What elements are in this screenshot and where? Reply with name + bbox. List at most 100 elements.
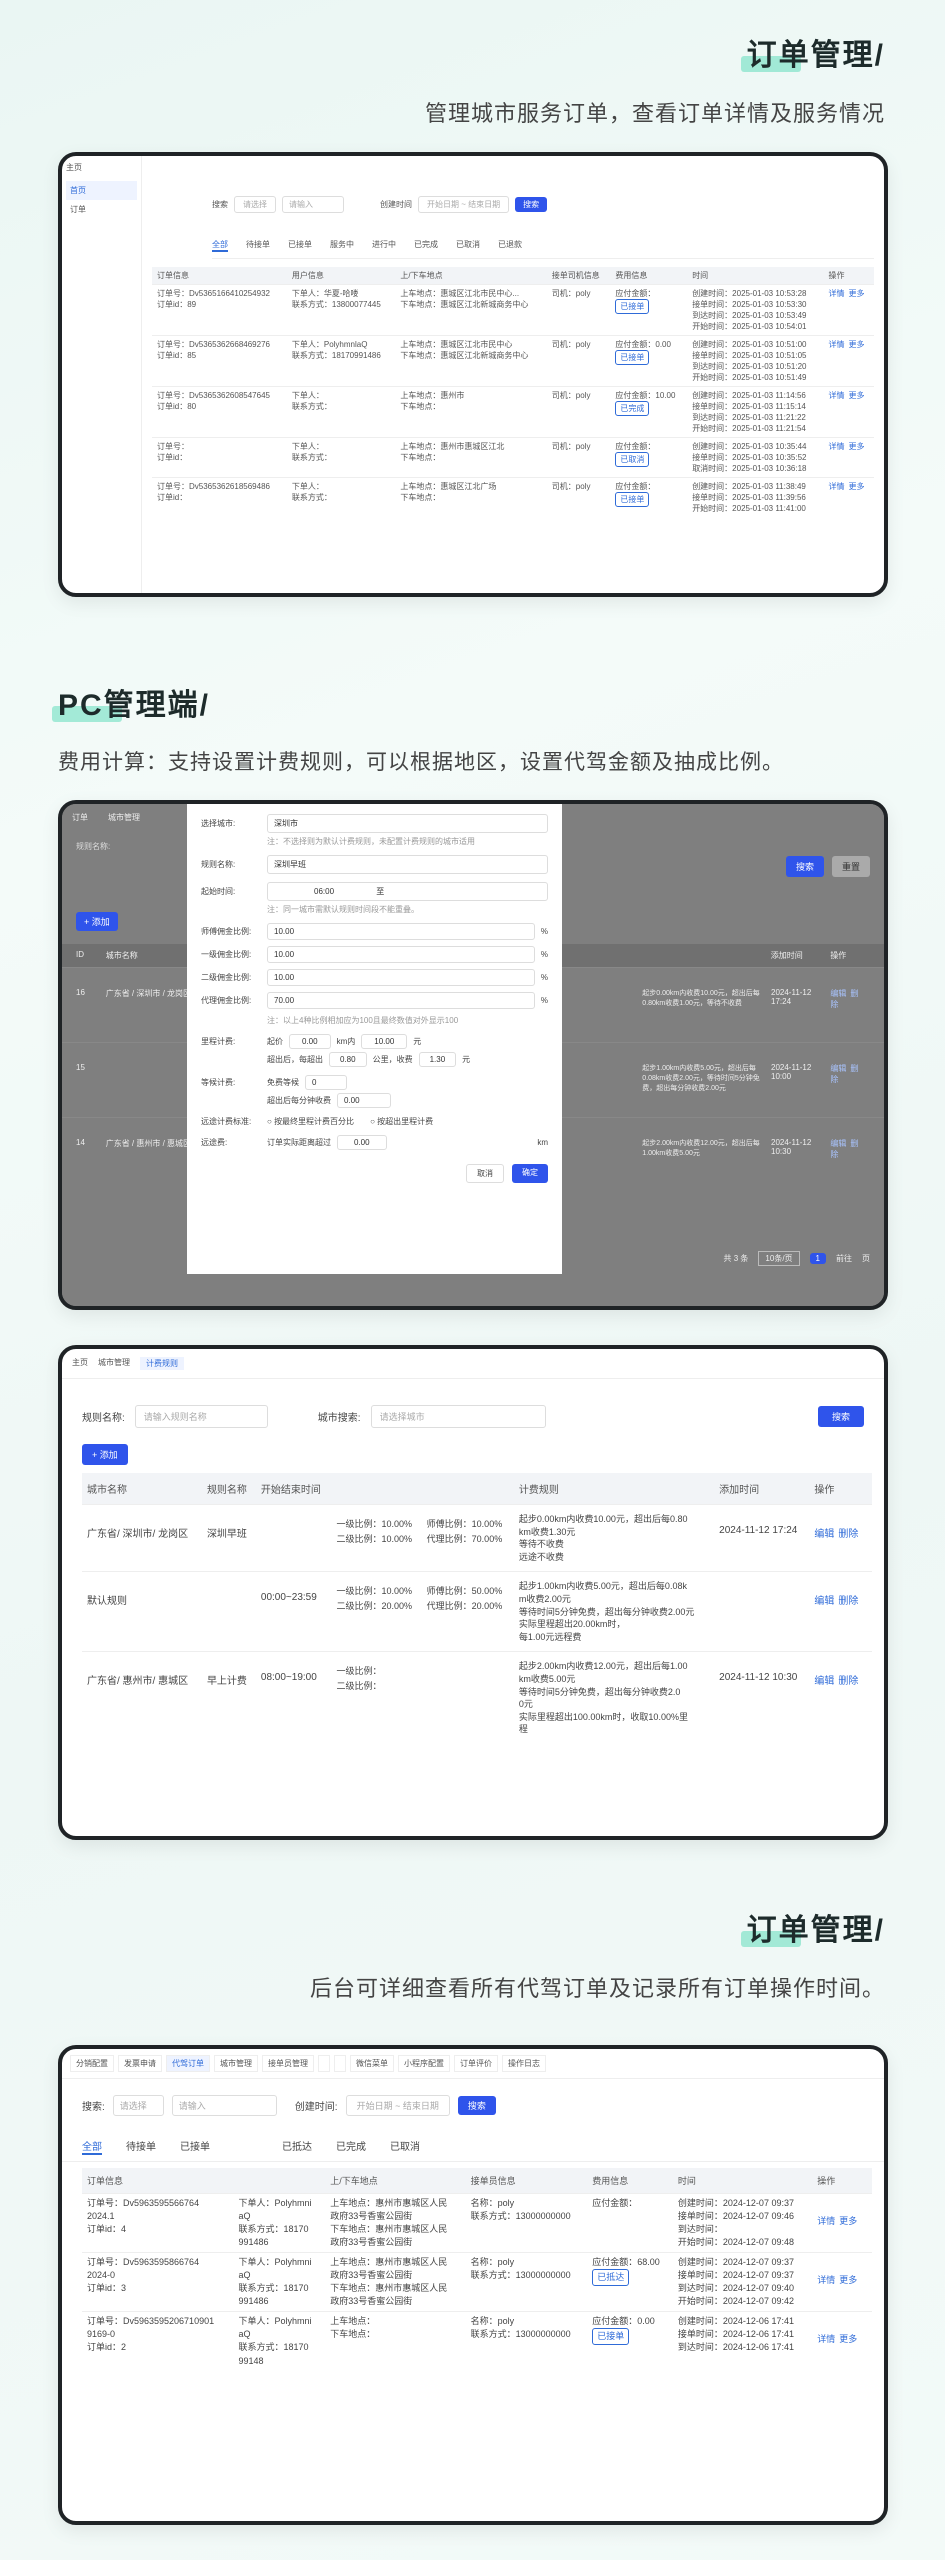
more-link[interactable]: 更多 xyxy=(849,482,865,491)
top-tab[interactable]: 微信菜单 xyxy=(350,2055,394,2072)
pager-page[interactable]: 1 xyxy=(809,1253,826,1264)
ratio-input[interactable]: 10.00 xyxy=(267,969,535,986)
detail-link[interactable]: 详情 xyxy=(829,442,845,451)
top-tab[interactable]: 发票申请 xyxy=(118,2055,162,2072)
date-range[interactable]: 开始日期 ~ 结束日期 xyxy=(418,196,510,213)
more-link[interactable]: 更多 xyxy=(849,442,865,451)
detail-link[interactable]: 详情 xyxy=(829,289,845,298)
search-select[interactable]: 请选择 xyxy=(234,196,276,213)
bg-row-op[interactable]: 编辑 xyxy=(830,989,846,998)
tab-0[interactable]: 全部 xyxy=(212,239,228,252)
ratio-input[interactable]: 70.00 xyxy=(267,992,535,1009)
more-link[interactable]: 更多 xyxy=(849,391,865,400)
top-tab[interactable]: 分销配置 xyxy=(70,2055,114,2072)
bg-tab-orders[interactable]: 订单 xyxy=(72,812,88,823)
op-link[interactable]: 更多 xyxy=(839,2216,857,2226)
rule-search-button[interactable]: 搜索 xyxy=(817,1406,864,1427)
rule-time: 08:00~19:00 xyxy=(255,1651,332,1744)
wait-fee-input[interactable]: 0.00 xyxy=(337,1093,391,1108)
city-search-input[interactable]: 请选择城市 xyxy=(370,1405,546,1428)
search-button[interactable]: 搜索 xyxy=(515,197,548,212)
ratio-text xyxy=(427,1664,509,1677)
user-cell-line: 下单人：Polyhmni xyxy=(238,2316,312,2327)
rule-op-link[interactable]: 删除 xyxy=(838,1676,858,1687)
rule-add-button[interactable]: + 添加 xyxy=(82,1444,128,1465)
sidebar-top: 主页 xyxy=(66,163,82,172)
order-tab[interactable]: 已抵达 xyxy=(282,2138,312,2155)
top-tab[interactable]: 操作日志 xyxy=(502,2055,546,2072)
rule-op-link[interactable]: 删除 xyxy=(838,1596,858,1607)
bg-row-op[interactable]: 编辑 xyxy=(830,1139,846,1148)
breadcrumb-item[interactable]: 计费规则 xyxy=(140,1357,184,1370)
top-tab[interactable]: 代驾订单 xyxy=(166,2055,210,2072)
sidebar-item-orders[interactable]: 订单 xyxy=(66,200,137,219)
bg-search-button[interactable]: 搜索 xyxy=(785,856,824,877)
breadcrumb-item[interactable]: 主页 xyxy=(72,1357,88,1370)
top-tab[interactable]: 城市管理 xyxy=(214,2055,258,2072)
bg-tab-city[interactable]: 城市管理 xyxy=(108,812,140,823)
op-link[interactable]: 详情 xyxy=(817,2334,835,2344)
order-cell-line: 订单号：Dv5963595566764 xyxy=(87,2198,200,2208)
tab-1[interactable]: 待接单 xyxy=(246,239,270,252)
wait-free-input[interactable]: 0 xyxy=(305,1075,348,1090)
order-search-button[interactable]: 搜索 xyxy=(457,2096,496,2115)
time-line: 接单时间：2025-01-03 10:53:30 xyxy=(692,300,807,309)
order-search-select[interactable]: 请选择 xyxy=(112,2095,164,2116)
order-date-range[interactable]: 开始日期 ~ 结束日期 xyxy=(345,2095,450,2116)
tab-2[interactable]: 已接单 xyxy=(288,239,312,252)
order-tab[interactable]: 全部 xyxy=(82,2138,102,2155)
search-input[interactable]: 请输入 xyxy=(282,196,344,213)
mileage-start-input[interactable]: 0.00 xyxy=(289,1034,331,1049)
ratio-input[interactable]: 10.00 xyxy=(267,923,535,940)
bg-reset-button[interactable]: 重置 xyxy=(831,856,870,877)
sidebar-item-home[interactable]: 首页 xyxy=(66,181,137,200)
tab-7[interactable]: 已退款 xyxy=(498,239,522,252)
more-link[interactable]: 更多 xyxy=(849,289,865,298)
rule-name-input[interactable]: 请输入规则名称 xyxy=(134,1405,268,1428)
remote-radio-b[interactable]: ○ 按超出里程计费 xyxy=(370,1116,433,1127)
op-link[interactable]: 详情 xyxy=(817,2216,835,2226)
over-km-input[interactable]: 0.80 xyxy=(329,1052,367,1067)
top-tab[interactable] xyxy=(334,2055,346,2072)
action-cell: 详情 更多 xyxy=(823,437,874,478)
detail-link[interactable]: 详情 xyxy=(829,391,845,400)
bg-add-button[interactable]: + 添加 xyxy=(76,912,118,931)
top-tab[interactable] xyxy=(318,2055,330,2072)
rule-op-link[interactable]: 编辑 xyxy=(814,1676,834,1687)
op-link[interactable]: 更多 xyxy=(839,2334,857,2344)
over-fee-input[interactable]: 1.30 xyxy=(418,1052,457,1067)
mileage-km-input[interactable]: 10.00 xyxy=(361,1034,408,1049)
op-link[interactable]: 详情 xyxy=(817,2275,835,2285)
modal-name-input[interactable]: 深圳早班 xyxy=(267,855,548,874)
ratio-input[interactable]: 10.00 xyxy=(267,946,535,963)
tab-6[interactable]: 已取消 xyxy=(456,239,480,252)
breadcrumb-item[interactable]: 城市管理 xyxy=(98,1357,130,1370)
confirm-button[interactable]: 确定 xyxy=(512,1164,548,1183)
detail-link[interactable]: 详情 xyxy=(829,482,845,491)
order-tab[interactable]: 待接单 xyxy=(126,2138,156,2155)
cancel-button[interactable]: 取消 xyxy=(466,1164,504,1183)
more-link[interactable]: 更多 xyxy=(849,340,865,349)
modal-time-range[interactable]: 06:00 至 xyxy=(267,882,548,901)
pager-size[interactable]: 10条/页 xyxy=(758,1251,800,1266)
rule-op-link[interactable]: 删除 xyxy=(838,1529,858,1540)
bg-row-op[interactable]: 编辑 xyxy=(830,1064,846,1073)
order-tab[interactable]: 已完成 xyxy=(336,2138,366,2155)
op-link[interactable]: 更多 xyxy=(839,2275,857,2285)
order-tab[interactable]: 已取消 xyxy=(390,2138,420,2155)
top-tab[interactable]: 订单评价 xyxy=(454,2055,498,2072)
top-tab[interactable]: 接单员管理 xyxy=(262,2055,314,2072)
tab-5[interactable]: 已完成 xyxy=(414,239,438,252)
far-input[interactable]: 0.00 xyxy=(337,1135,387,1150)
remote-radio-a[interactable]: ○ 按最终里程计费百分比 xyxy=(267,1116,354,1127)
rule-op-link[interactable]: 编辑 xyxy=(814,1529,834,1540)
tab-4[interactable]: 进行中 xyxy=(372,239,396,252)
rule-op-link[interactable]: 编辑 xyxy=(814,1596,834,1607)
order-search-input[interactable]: 请输入 xyxy=(171,2095,277,2116)
order-tab[interactable]: 已接单 xyxy=(180,2138,210,2155)
tab-3[interactable]: 服务中 xyxy=(330,239,354,252)
modal-city-select[interactable]: 深圳市 xyxy=(267,814,548,833)
detail-link[interactable]: 详情 xyxy=(829,340,845,349)
dim-background: 订单 城市管理 规则名称: + 添加 搜索 重置 ID 城市名称 添加时间 操作 16 广… xyxy=(62,804,884,1306)
top-tab[interactable]: 小程序配置 xyxy=(398,2055,450,2072)
